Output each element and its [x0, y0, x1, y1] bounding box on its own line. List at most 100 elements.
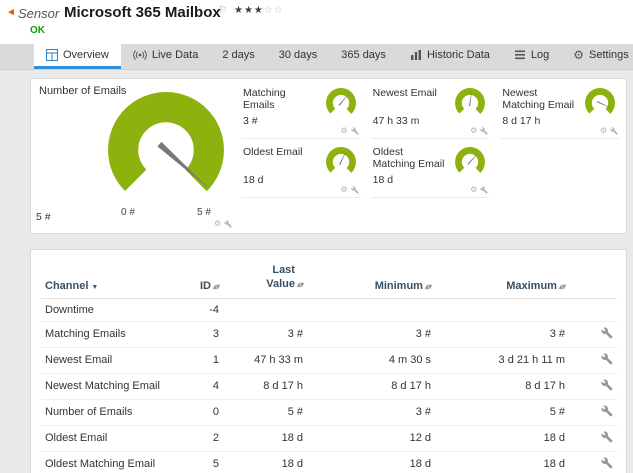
channel-id: 0	[177, 399, 223, 426]
wrench-icon	[601, 327, 613, 338]
page-title: Microsoft 365 Mailbox	[64, 4, 221, 21]
channel-name-link[interactable]: Oldest Email	[45, 432, 107, 444]
channel-settings-button[interactable]	[601, 431, 613, 443]
flag-icon[interactable]: ⚐	[218, 5, 227, 16]
table-row: Oldest Email 2 18 d 12 d 18 d	[41, 425, 617, 452]
channels-panel: Channel ▼ ID ▴▾ Last Value ▴▾ Minimum ▴▾ Max…	[30, 249, 627, 473]
tab-overview[interactable]: Overview	[34, 44, 121, 69]
channel-maximum: 18 d	[435, 451, 569, 473]
status-badge: OK	[30, 25, 45, 36]
table-header-row: Channel ▼ ID ▴▾ Last Value ▴▾ Minimum ▴▾ Max…	[41, 252, 617, 299]
tab-log[interactable]: Log	[502, 44, 561, 69]
overview-icon	[46, 49, 58, 61]
channels-table: Channel ▼ ID ▴▾ Last Value ▴▾ Minimum ▴▾ Max…	[41, 252, 617, 473]
sort-icon: ▴▾	[296, 279, 304, 289]
channel-settings-button[interactable]	[601, 379, 613, 391]
gauge-cell-newest-matching-email: Newest Matching Email 8 d 17 h ⚙	[500, 83, 620, 139]
newest-matching-email-gauge	[585, 88, 615, 118]
channel-minimum: 4 m 30 s	[307, 347, 435, 374]
channel-settings-button[interactable]	[601, 327, 613, 339]
tab-live-data[interactable]: Live Data	[121, 44, 210, 69]
tab-label: Settings	[589, 49, 629, 61]
channel-maximum: 8 d 17 h	[435, 373, 569, 400]
channel-maximum: 5 #	[435, 399, 569, 426]
tab-365-days[interactable]: 365 days	[329, 44, 398, 69]
column-label: ID	[199, 279, 211, 292]
object-kind-label: Sensor	[18, 6, 60, 21]
channel-id: 5	[177, 451, 223, 473]
channel-last-value: 3 #	[223, 321, 307, 348]
channel-settings-button[interactable]	[601, 457, 613, 469]
gauge-cell-oldest-matching-email: Oldest Matching Email 18 d ⚙	[370, 142, 491, 198]
gear-icon: ⚙	[573, 48, 585, 62]
live-data-icon	[133, 50, 147, 60]
number-of-emails-gauge	[108, 92, 224, 208]
wrench-icon[interactable]	[224, 220, 232, 228]
channel-id: 3	[177, 321, 223, 348]
gauge-corner-icons: ⚙	[470, 127, 488, 135]
gear-icon[interactable]: ⚙	[214, 220, 221, 228]
gear-icon[interactable]: ⚙	[340, 186, 347, 194]
sensor-header: ◄ Sensor Microsoft 365 Mailbox ⚐ ★★★☆☆ O…	[0, 0, 633, 44]
priority-stars[interactable]: ★★★☆☆	[234, 5, 284, 16]
tab-30-days[interactable]: 30 days	[267, 44, 330, 69]
wrench-icon[interactable]	[480, 186, 488, 194]
table-row: Newest Email 1 47 h 33 m 4 m 30 s 3 d 21…	[41, 347, 617, 374]
gear-icon[interactable]: ⚙	[470, 127, 477, 135]
tab-settings[interactable]: ⚙ Settings	[561, 44, 633, 69]
channel-settings-button[interactable]	[601, 353, 613, 365]
table-row: Number of Emails 0 5 # 3 # 5 #	[41, 399, 617, 426]
channel-minimum: 12 d	[307, 425, 435, 452]
gear-icon[interactable]: ⚙	[340, 127, 347, 135]
gauge-corner-icons: ⚙	[214, 220, 232, 228]
oldest-email-gauge	[325, 147, 356, 177]
channel-name-link[interactable]: Number of Emails	[45, 406, 132, 418]
gauge-value: 3 #	[243, 115, 258, 127]
channel-name-link[interactable]: Oldest Matching Email	[45, 458, 155, 470]
wrench-icon	[601, 431, 613, 442]
channel-name-link[interactable]: Downtime	[45, 304, 94, 316]
channel-maximum: 18 d	[435, 425, 569, 452]
column-header-last-value[interactable]: Last Value ▴▾	[223, 252, 307, 299]
channel-maximum	[435, 298, 569, 322]
tab-historic-data[interactable]: Historic Data	[398, 44, 502, 69]
wrench-icon[interactable]	[350, 186, 359, 194]
wrench-icon[interactable]	[350, 127, 359, 135]
sort-icon: ▴▾	[424, 281, 432, 291]
channel-name-link[interactable]: Newest Email	[45, 354, 112, 366]
gauge-value: 47 h 33 m	[372, 115, 420, 127]
channel-id: 2	[177, 425, 223, 452]
newest-email-gauge	[455, 88, 486, 118]
tab-label: 2 days	[222, 49, 255, 61]
wrench-icon[interactable]	[480, 127, 488, 135]
small-gauges-grid: Matching Emails 3 # ⚙ Newest Email 47 h …	[241, 83, 620, 198]
log-icon	[514, 50, 525, 60]
table-row: Oldest Matching Email 5 18 d 18 d 18 d	[41, 451, 617, 473]
wrench-icon	[601, 353, 613, 364]
tab-label: 365 days	[341, 49, 386, 61]
gauge-corner-icons: ⚙	[600, 127, 618, 135]
back-chevron-icon[interactable]: ◄	[6, 7, 16, 18]
tab-2-days[interactable]: 2 days	[210, 44, 266, 69]
gear-icon[interactable]: ⚙	[600, 127, 607, 135]
oldest-matching-email-gauge	[455, 147, 486, 177]
channel-name-link[interactable]: Newest Matching Email	[45, 380, 160, 392]
channel-settings-button[interactable]	[601, 405, 613, 417]
channel-name-link[interactable]: Matching Emails	[45, 328, 126, 340]
prtg-sensor-page: ◄ Sensor Microsoft 365 Mailbox ⚐ ★★★☆☆ O…	[0, 0, 633, 473]
column-header-minimum[interactable]: Minimum ▴▾	[307, 252, 435, 299]
wrench-icon[interactable]	[610, 127, 618, 135]
column-header-channel[interactable]: Channel ▼	[41, 252, 177, 299]
channel-minimum: 3 #	[307, 399, 435, 426]
sort-icon: ▴▾	[558, 281, 566, 291]
gear-icon[interactable]: ⚙	[470, 186, 477, 194]
channel-last-value: 47 h 33 m	[223, 347, 307, 374]
channel-last-value	[223, 298, 307, 322]
channel-id: 1	[177, 347, 223, 374]
gauge-corner-icons: ⚙	[340, 186, 359, 194]
column-header-id[interactable]: ID ▴▾	[177, 252, 223, 299]
column-header-maximum[interactable]: Maximum ▴▾	[435, 252, 569, 299]
gauge-corner-icons: ⚙	[340, 127, 359, 135]
channel-minimum	[307, 298, 435, 322]
channel-minimum: 3 #	[307, 321, 435, 348]
